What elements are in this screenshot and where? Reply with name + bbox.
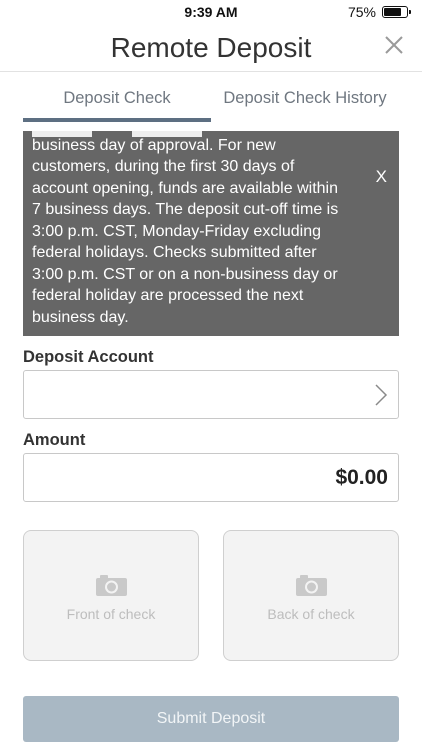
front-of-check-label: Front of check — [66, 606, 156, 622]
page-title: Remote Deposit — [110, 32, 312, 63]
amount-label: Amount — [23, 431, 86, 449]
camera-icon — [296, 575, 327, 596]
notice-text: business day of approval. For new custom… — [32, 131, 357, 328]
tab-deposit-check-history[interactable]: Deposit Check History — [211, 73, 399, 123]
notice-close-button[interactable]: X — [376, 167, 387, 187]
status-bar: 9:39 AM 75% — [0, 0, 422, 24]
camera-icon — [96, 575, 127, 596]
chevron-right-icon — [375, 384, 388, 406]
notice-line: federal holidays. Checks submitted after — [32, 244, 317, 261]
battery-icon — [382, 6, 411, 18]
notice-line: business day of approval. For new — [32, 136, 276, 154]
back-of-check-label: Back of check — [267, 606, 355, 622]
status-right: 75% — [347, 4, 411, 20]
amount-input[interactable]: $0.00 — [23, 453, 399, 502]
amount-value: $0.00 — [335, 466, 388, 489]
notice-line: 3:00 p.m. CST, Monday-Friday excluding — [32, 222, 322, 240]
close-icon[interactable] — [382, 33, 406, 57]
active-tab-indicator — [23, 118, 211, 122]
notice-line: account opening, funds are available wit… — [32, 179, 338, 197]
battery-fill — [384, 8, 401, 16]
tab-deposit-check[interactable]: Deposit Check — [23, 73, 211, 123]
deposit-account-select[interactable] — [23, 370, 399, 419]
battery-percent: 75% — [347, 4, 376, 20]
notice-line: 7 business days. The deposit cut-off tim… — [32, 201, 339, 218]
tab-bar: Deposit Check Deposit Check History — [0, 73, 422, 123]
front-of-check-capture[interactable]: Front of check — [23, 530, 199, 661]
notice-line: federal holiday are processed the next — [32, 287, 304, 304]
submit-deposit-button[interactable]: Submit Deposit — [23, 696, 399, 742]
deposit-account-label: Deposit Account — [23, 348, 154, 366]
notice-line: customers, during the first 30 days of — [32, 158, 295, 175]
notice-line: business day. — [32, 308, 129, 326]
back-of-check-capture[interactable]: Back of check — [223, 530, 399, 661]
notice-line: 3:00 p.m. CST or on a non-business day o… — [32, 265, 338, 283]
nav-header: Remote Deposit — [0, 24, 422, 72]
funds-availability-notice: business day of approval. For new custom… — [23, 131, 399, 336]
